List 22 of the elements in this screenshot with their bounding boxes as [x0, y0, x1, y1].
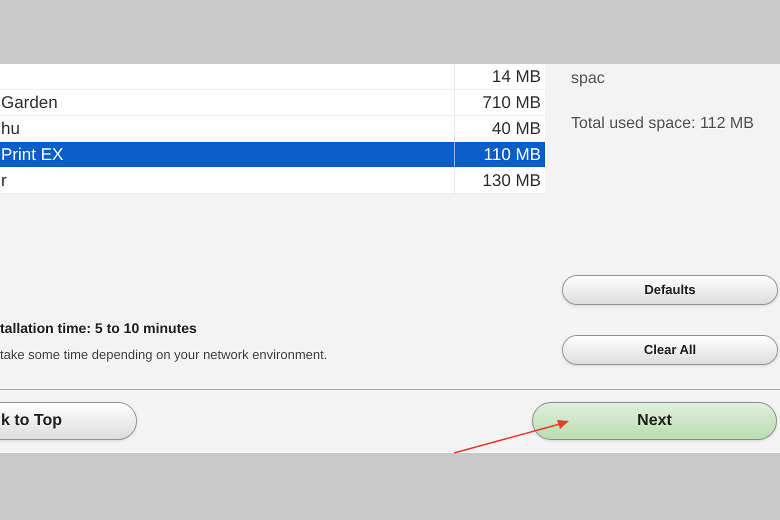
installation-time-text: tallation time: 5 to 10 minutes [0, 318, 197, 338]
item-size: 710 MB [482, 92, 541, 114]
side-button[interactable]: Defaults [562, 274, 778, 305]
item-size: 130 MB [482, 170, 541, 192]
item-name: Print EX [1, 144, 64, 166]
space-label: spac [571, 69, 605, 89]
list-row[interactable]: r 130 MB [0, 168, 545, 194]
side-button[interactable]: Clear All [562, 334, 778, 365]
item-size: 14 MB [492, 66, 541, 88]
item-name: r [1, 170, 7, 192]
network-note-text: take some time depending on your network environment. [0, 346, 328, 364]
item-size: 40 MB [492, 118, 541, 140]
back-to-top-button[interactable]: k to Top [0, 402, 137, 440]
item-name: Garden [1, 92, 58, 114]
next-button[interactable]: Next [532, 402, 777, 440]
file-list[interactable]: 14 MB Garden 710 MB hu 40 MB Print EX 110 MB r 130 MB [0, 64, 545, 193]
list-row[interactable]: Garden 710 MB [0, 90, 545, 116]
item-name: hu [1, 118, 20, 140]
list-row[interactable]: Print EX 110 MB [0, 142, 545, 168]
list-row[interactable]: 14 MB [0, 64, 545, 90]
total-space-label: Total used space: 112 MB [571, 114, 754, 134]
item-size: 110 MB [484, 144, 541, 166]
